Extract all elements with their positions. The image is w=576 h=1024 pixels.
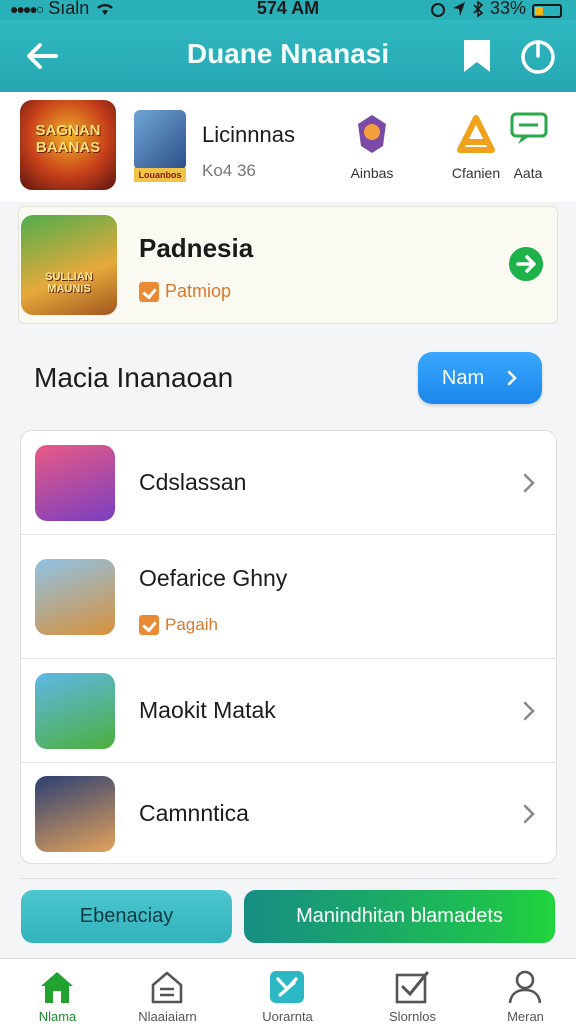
divider [20, 878, 557, 879]
primary-action-label: Manindhitan blamadets [296, 905, 503, 927]
tab-games[interactable]: Uorarnta [230, 959, 345, 1024]
strip-caption-3: Aata [513, 165, 543, 181]
battery-fill [535, 6, 543, 15]
secondary-action-button[interactable]: Ebenaciay [21, 890, 232, 943]
featured-art: SULLIAN MAUNIS [21, 215, 117, 315]
tab-home[interactable]: Nlama [0, 959, 115, 1024]
list-item-subtitle: Pagaih [139, 615, 218, 635]
bookmark-icon[interactable] [460, 38, 494, 74]
list-item[interactable]: Oefarice Ghny Pagaih [21, 535, 556, 659]
list-item[interactable]: Camnntica [21, 763, 556, 863]
game-thumbnail [35, 673, 115, 749]
status-right: 33% [430, 0, 562, 19]
badge-icon [139, 281, 159, 302]
helmet-icon[interactable] [454, 112, 498, 156]
shield-icon[interactable] [350, 112, 394, 156]
tab-profile[interactable]: Meran [468, 959, 576, 1024]
bottom-tab-bar: Nlama Nlaaiaiarn Uorarnta Slornlos Meran [0, 958, 576, 1024]
list-item-title: Oefarice Ghny [139, 565, 288, 591]
list-item-subtitle-text: Pagaih [165, 615, 218, 634]
alarm-icon [430, 2, 445, 17]
game-thumbnail [35, 445, 115, 521]
battery-icon [532, 3, 562, 18]
tab-label: Meran [507, 1009, 544, 1024]
featured-subtitle: Patmiop [139, 281, 231, 302]
list-item-title: Camnntica [139, 800, 249, 826]
more-button-label: Nam [441, 366, 485, 389]
profile-icon [508, 970, 542, 1004]
tab-label: Slornlos [389, 1009, 436, 1024]
more-button[interactable]: Nam [418, 352, 542, 404]
book-icon[interactable] [134, 110, 186, 170]
book-tag: Louanbos [134, 168, 186, 182]
chevron-right-icon[interactable] [521, 802, 537, 826]
section-title: Macia Inanaoan [34, 362, 234, 393]
list-item-title: Cdslassan [139, 469, 247, 495]
game-logo-text: SAGNAN BAANAS [35, 122, 101, 156]
tab-slots[interactable]: Slornlos [355, 959, 470, 1024]
checkbox-icon [395, 971, 429, 1004]
featured-art-text: SULLIAN MAUNIS [45, 271, 93, 295]
location-icon [452, 1, 465, 16]
game-logo[interactable]: SAGNAN BAANAS [20, 100, 116, 190]
primary-action-button[interactable]: Manindhitan blamadets [244, 890, 555, 943]
chevron-right-icon [507, 370, 517, 386]
house-outline-icon [151, 971, 183, 1004]
featured-subtitle-text: Patmiop [165, 281, 232, 301]
badge-icon [139, 615, 159, 635]
gamepad-icon [270, 971, 304, 1003]
featured-title: Padnesia [139, 233, 254, 263]
chevron-right-icon[interactable] [521, 699, 537, 723]
chevron-right-icon[interactable] [521, 471, 537, 495]
home-icon [41, 972, 73, 1003]
game-thumbnail [35, 776, 115, 852]
strip-caption-1: Ainbas [350, 165, 394, 181]
tab-label: Nlama [38, 1009, 77, 1024]
chat-icon[interactable] [508, 110, 552, 154]
game-list: Cdslassan Oefarice Ghny Pagaih Maokit Matak… [20, 430, 557, 864]
list-item[interactable]: Cdslassan [21, 431, 556, 535]
status-bar: ●●●●○ Sıaln 574 AM 33% [0, 0, 576, 20]
game-thumbnail [35, 559, 115, 635]
featured-card[interactable]: SULLIAN MAUNIS Padnesia Patmiop [18, 206, 558, 324]
arrow-right-circle-icon[interactable] [509, 247, 543, 281]
app-bar: Duane Nnanasi [0, 20, 576, 92]
bluetooth-icon [473, 0, 484, 18]
strip-subtitle: Ko4 36 [202, 161, 256, 180]
secondary-action-label: Ebenaciay [79, 905, 174, 927]
power-icon[interactable] [518, 36, 558, 76]
list-item[interactable]: Maokit Matak [21, 659, 556, 763]
tab-label: Nlaaiaiarn [138, 1009, 197, 1024]
list-item-title: Maokit Matak [139, 697, 276, 723]
strip-title[interactable]: Licinnnas [202, 122, 295, 148]
tab-maintain[interactable]: Nlaaiaiarn [110, 959, 225, 1024]
battery-percent: 33% [489, 0, 526, 18]
tab-label: Uorarnta [262, 1009, 313, 1024]
